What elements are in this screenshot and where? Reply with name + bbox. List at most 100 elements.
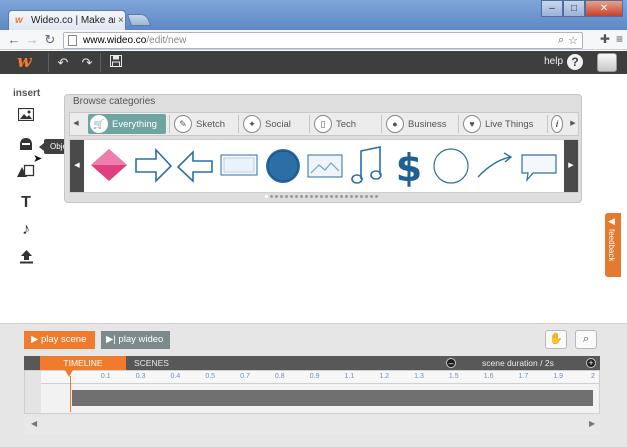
pagination-dot[interactable] [355,195,358,198]
category-next-icon[interactable]: ▶ [567,113,579,135]
category-prev-icon[interactable]: ◀ [70,113,82,135]
blue-circle-object[interactable] [263,143,303,189]
pagination-dot[interactable] [335,195,338,198]
wideo-logo[interactable]: w [17,52,32,72]
text-icon[interactable]: T [17,194,35,212]
dollar-sign-object[interactable]: $ [389,143,429,189]
new-tab-button[interactable] [126,14,152,26]
category-label: Business [408,118,447,130]
pagination-dot[interactable] [275,195,278,198]
help-label[interactable]: help [544,56,563,67]
extension-icon[interactable]: ✚ [600,32,610,46]
play-wideo-button[interactable]: ▶| play wideo [101,331,170,349]
pagination-dot[interactable] [265,195,268,198]
feedback-tab[interactable]: ◀ feedback [605,213,621,277]
pink-diamond-object[interactable] [89,143,129,189]
pagination-dot[interactable] [360,195,363,198]
maximize-button[interactable]: □ [563,0,585,17]
forward-icon[interactable]: → [24,32,40,48]
tab-scenes[interactable]: SCENES [134,356,190,370]
undo-icon[interactable]: ↶ [54,53,72,72]
objects-prev-icon[interactable]: ◀ [70,140,84,192]
tab-live-things[interactable]: ♥ Live Things [461,114,547,134]
pencil-icon: ✎ [174,115,192,133]
pagination-dot[interactable] [345,195,348,198]
right-arrow-object[interactable] [133,143,173,189]
tick-label: 0.5 [205,373,216,380]
zoom-icon[interactable]: ⌕ [575,330,597,349]
help-icon[interactable]: ? [567,54,583,70]
wideo-favicon: w [15,14,23,26]
left-arrow-object[interactable] [175,143,215,189]
tab-timeline[interactable]: TIMELINE [40,356,126,370]
playhead-marker[interactable] [65,370,73,377]
play-wideo-label: play wideo [118,334,164,345]
pagination-dot[interactable] [320,195,323,198]
scroll-left-icon[interactable]: ◀ [31,419,37,428]
divider [238,115,239,133]
pagination-dot[interactable] [270,195,273,198]
pagination-dot[interactable] [375,195,378,198]
pagination-dot[interactable] [315,195,318,198]
music-note-object[interactable] [348,143,388,189]
address-bar[interactable]: www.wideo.co/edit/new ⌕ ☆ [63,32,583,49]
pagination-dot[interactable] [365,195,368,198]
pagination-dot[interactable] [340,195,343,198]
play-scene-button[interactable]: ▶ play scene [24,331,95,349]
tab-business[interactable]: ● Business [384,114,456,134]
close-window-button[interactable]: ✕ [585,0,623,17]
image-icon[interactable] [17,107,35,126]
pagination-dot[interactable] [295,195,298,198]
menu-icon[interactable]: ≡ [616,32,623,46]
minimize-button[interactable]: – [541,0,563,17]
pagination-dot[interactable] [280,195,283,198]
browse-title: Browse categories [73,96,156,107]
pagination-dot[interactable] [305,195,308,198]
pagination-dot[interactable] [350,195,353,198]
save-icon[interactable] [107,53,125,72]
reload-icon[interactable]: ↻ [42,32,58,48]
tab-social[interactable]: ✦ Social [241,114,305,134]
redo-icon[interactable]: ↷ [78,53,96,72]
pagination-dot[interactable] [285,195,288,198]
decrease-duration-icon[interactable]: – [446,358,456,368]
pagination-dot[interactable] [330,195,333,198]
scroll-right-icon[interactable]: ▶ [589,419,595,428]
page-icon [68,35,77,46]
increase-duration-icon[interactable]: + [586,358,596,368]
objects-strip: ◀ $ ▶ [69,139,579,193]
tab-sketch[interactable]: ✎ Sketch [172,114,236,134]
screen-object[interactable] [219,143,259,189]
upload-icon[interactable] [17,249,35,267]
browser-tab[interactable]: w Wideo.co | Make animated × [8,10,126,30]
play-pause-icon: ▶| [106,334,119,345]
pagination-dot[interactable] [290,195,293,198]
timeline-ruler[interactable]: 0.1 0.3 0.4 0.5 0.7 0.8 0.9 1.1 1.2 1.3 1.5 1.6 1.7 1… [41,371,599,384]
avatar[interactable] [597,53,617,72]
search-icon[interactable]: ⌕ [558,34,564,47]
tab-close-icon[interactable]: × [118,15,124,26]
window-controls: – □ ✕ [541,0,623,17]
pagination-dot[interactable] [310,195,313,198]
picture-frame-object[interactable] [305,143,345,189]
horizontal-scrollbar[interactable]: ◀ ▶ [24,417,600,434]
timeline-header: TIMELINE SCENES – scene duration / 2s + [24,356,600,370]
scene-track[interactable] [72,390,593,406]
objects-next-icon[interactable]: ▶ [564,140,578,192]
shapes-icon[interactable] [17,164,35,182]
curved-arrow-object[interactable] [475,143,515,189]
category-label: Social [265,118,291,130]
pagination-dot[interactable] [300,195,303,198]
music-icon[interactable]: ♪ [17,221,35,239]
speech-bubble-object[interactable] [519,143,559,189]
tab-tech[interactable]: ▯ Tech [312,114,374,134]
info-icon: i [551,115,563,133]
pagination-dot[interactable] [325,195,328,198]
back-icon[interactable]: ← [6,32,22,48]
tab-everything[interactable]: 🛒 Everything [88,114,166,134]
pagination-dot[interactable] [370,195,373,198]
hand-tool-icon[interactable]: ✋ [545,330,567,349]
star-icon[interactable]: ☆ [568,34,578,47]
browser-titlebar: w Wideo.co | Make animated × – □ ✕ [0,0,627,30]
outline-circle-object[interactable] [431,143,471,189]
